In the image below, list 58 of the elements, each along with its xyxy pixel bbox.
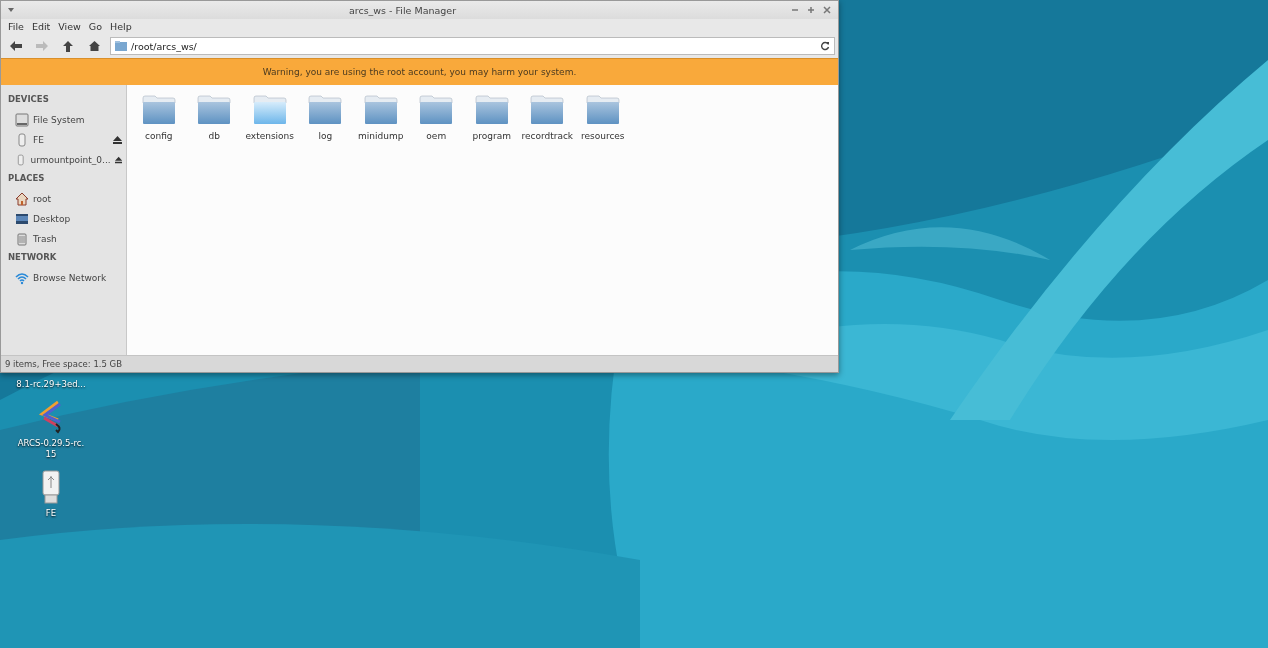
desktop-icon — [15, 212, 29, 226]
eject-icon[interactable] — [113, 136, 122, 144]
home-icon — [15, 192, 29, 206]
folder-name[interactable]: db — [208, 131, 220, 141]
sidebar-item[interactable]: File System — [33, 115, 122, 125]
home-icon[interactable] — [87, 40, 101, 52]
folder-icon — [115, 41, 127, 51]
sidebar-heading: PLACES — [7, 172, 46, 185]
sidebar-item[interactable]: Browse Network — [33, 273, 122, 283]
folder-icon[interactable] — [530, 95, 565, 125]
folder-icon[interactable] — [197, 95, 232, 125]
folder-name[interactable]: extensions — [245, 131, 295, 141]
folder-icon[interactable] — [308, 95, 343, 125]
folder-icon[interactable] — [585, 95, 620, 125]
folder-name[interactable]: minidump — [358, 131, 404, 141]
usb-drive-icon — [15, 133, 29, 147]
folder-name[interactable]: resources — [580, 131, 625, 141]
desktop-icon-label[interactable]: FE — [45, 508, 57, 520]
sidebar-item[interactable]: root — [33, 194, 122, 204]
desktop-icon-label[interactable]: 8.1-rc.29+3ed... — [16, 379, 86, 391]
folder-name[interactable]: oem — [426, 131, 447, 141]
folder-name[interactable]: log — [318, 131, 333, 141]
sidebar-item[interactable]: urmountpoint_0... — [30, 155, 111, 165]
back-arrow-icon[interactable] — [9, 40, 23, 52]
root-warning-bar: Warning, you are using the root account, you may harm your system. — [1, 58, 838, 85]
status-bar: 9 items, Free space: 1.5 GB — [1, 355, 838, 372]
folder-name[interactable]: config — [144, 131, 173, 141]
eject-icon[interactable] — [114, 156, 122, 164]
folder-icon[interactable] — [419, 95, 454, 125]
sidebar-item[interactable]: Trash — [33, 234, 122, 244]
usb-drive-icon — [15, 153, 27, 167]
window-title: arcs_ws - File Manager — [347, 4, 458, 16]
desktop-icon-label[interactable]: ARCS-0.29.5-rc.15 — [16, 438, 86, 461]
hard-drive-icon — [15, 113, 29, 127]
folder-icon[interactable] — [141, 95, 176, 125]
up-arrow-icon[interactable] — [62, 39, 74, 53]
window-menu-icon[interactable] — [7, 6, 15, 14]
menu-item[interactable]: View — [54, 21, 85, 32]
folder-name[interactable]: recordtrack — [521, 131, 574, 141]
menu-item[interactable]: File — [4, 21, 28, 32]
folder-icon[interactable] — [363, 95, 398, 125]
maximize-icon[interactable] — [806, 5, 816, 15]
folder-icon[interactable] — [474, 95, 509, 125]
sidebar-heading: DEVICES — [7, 93, 50, 106]
sidebar-item[interactable]: FE — [33, 135, 109, 145]
wifi-icon — [15, 271, 29, 285]
trash-icon — [15, 232, 29, 246]
menu-item[interactable]: Edit — [27, 21, 55, 32]
sidebar-heading: NETWORK — [7, 251, 58, 264]
folder-name[interactable]: program — [472, 131, 511, 141]
menu-item[interactable]: Go — [84, 21, 107, 32]
usb-drive-icon[interactable] — [41, 470, 61, 505]
menu-item[interactable]: Help — [106, 21, 136, 32]
close-icon[interactable] — [822, 5, 832, 15]
folder-icon[interactable] — [252, 95, 287, 125]
path-field[interactable]: /root/arcs_ws/ — [110, 37, 835, 55]
sidebar-item[interactable]: Desktop — [33, 214, 122, 224]
reload-icon[interactable] — [820, 41, 830, 51]
